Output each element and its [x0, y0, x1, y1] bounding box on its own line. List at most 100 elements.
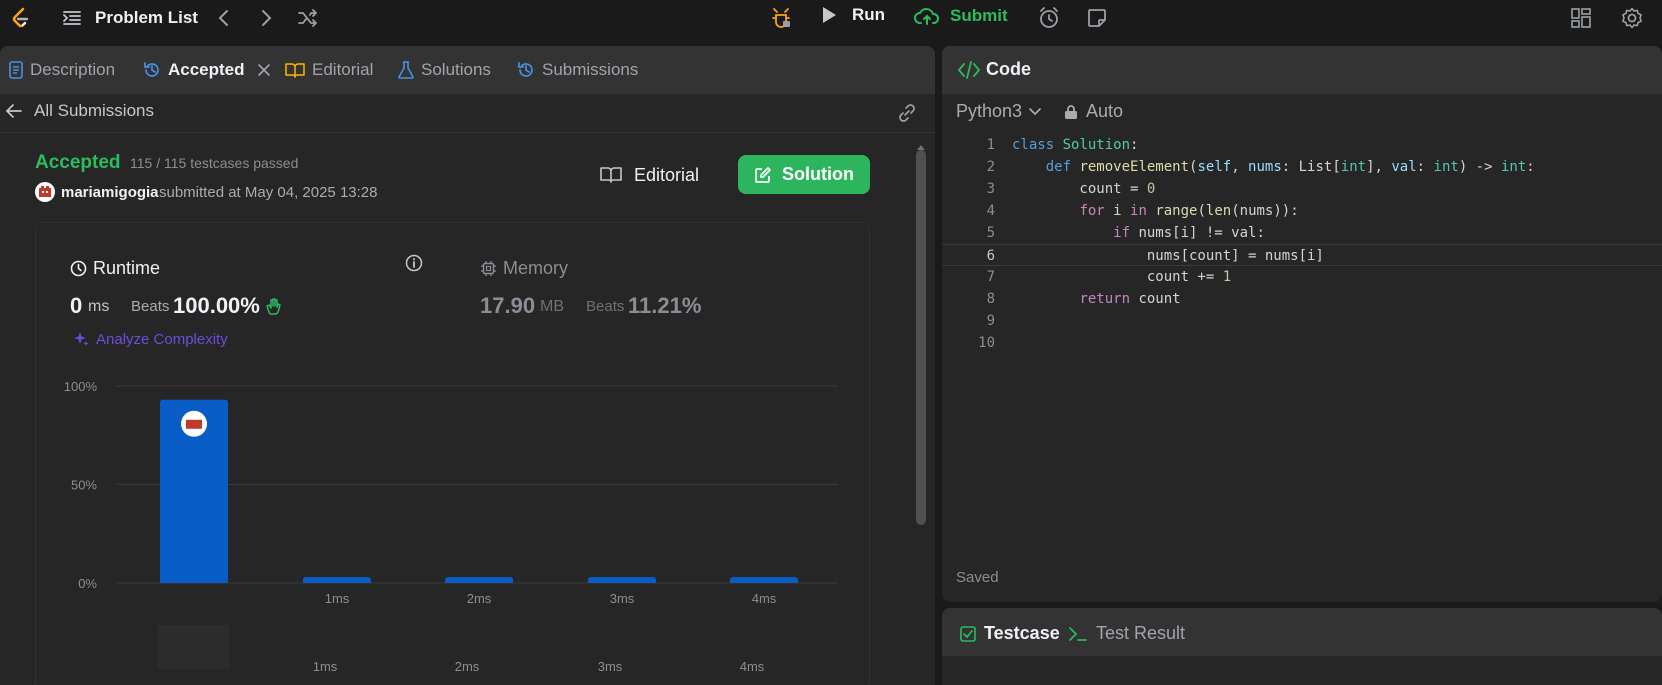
saved-status: Saved [956, 569, 999, 586]
tab-editorial[interactable]: Editorial [285, 59, 373, 81]
close-tab-icon[interactable] [257, 63, 271, 77]
analyze-complexity-link[interactable]: Analyze Complexity [72, 330, 228, 348]
terminal-icon [1069, 626, 1087, 641]
stats-card [35, 222, 870, 685]
runtime-value: 0 [70, 293, 83, 318]
avatar[interactable] [35, 182, 55, 202]
analyze-complexity-label: Analyze Complexity [96, 330, 228, 348]
runtime-beats-label: Beats [131, 298, 170, 315]
line-number: 7 [986, 269, 995, 285]
runtime-label-text: Runtime [93, 258, 161, 278]
document-icon [9, 61, 23, 79]
tab-testcase-label: Testcase [984, 623, 1060, 643]
timer-icon[interactable] [1037, 6, 1061, 30]
previous-problem-icon[interactable] [214, 7, 234, 29]
clap-hands-icon [266, 298, 281, 315]
problem-list-link[interactable]: Problem List [95, 7, 198, 29]
line-number: 3 [986, 181, 995, 197]
tab-submissions[interactable]: Submissions [517, 59, 638, 81]
memory-unit: MB [540, 298, 564, 315]
testcase-tabbar: Testcase Test Result [942, 608, 1662, 656]
auto-mode[interactable]: Auto [1064, 101, 1123, 122]
run-button[interactable]: Run [820, 5, 885, 25]
tab-solutions-label: Solutions [421, 60, 491, 79]
leetcode-logo-icon[interactable] [8, 5, 34, 31]
submit-button[interactable]: Submit [914, 5, 1008, 27]
tab-test-result-label: Test Result [1096, 623, 1186, 643]
submit-label: Submit [950, 6, 1008, 25]
line-number: 6 [986, 248, 995, 264]
code-editor[interactable]: 1 class Solution: 2 def removeElement(sel… [942, 134, 1662, 574]
code-line: 9 [942, 310, 1662, 332]
language-select[interactable]: Python3 [956, 101, 1042, 122]
solution-button-label: Solution [782, 164, 854, 184]
testcase-panel: Testcase Test Result [942, 608, 1662, 685]
line-number: 4 [986, 203, 995, 219]
username[interactable]: mariamigogia [61, 184, 159, 201]
tab-description[interactable]: Description [9, 59, 115, 81]
checkbox-icon [960, 625, 976, 642]
sparkle-icon [74, 332, 89, 346]
clock-icon [70, 260, 87, 277]
code-line: 4 for i in range(len(nums)): [942, 200, 1662, 222]
shuffle-icon[interactable] [297, 7, 319, 29]
left-tabbar: Description Accepted Editorial Solutions… [0, 46, 935, 94]
notes-icon[interactable] [1086, 7, 1108, 29]
all-submissions-label: All Submissions [34, 101, 154, 120]
book-icon [600, 167, 622, 183]
back-arrow-icon [6, 104, 22, 118]
edit-icon [755, 166, 771, 183]
next-problem-icon[interactable] [256, 7, 276, 29]
tab-code[interactable]: Code [958, 59, 1031, 80]
tab-testcase[interactable]: Testcase [960, 623, 1060, 644]
submitted-at: submitted at May 04, 2025 13:28 [159, 184, 378, 201]
chip-icon [481, 261, 496, 276]
code-panel: Code Python3 Auto 1 class Solution: 2 def… [942, 46, 1662, 602]
line-number: 8 [986, 291, 995, 307]
tab-accepted-label: Accepted [168, 60, 245, 79]
memory-beats-label: Beats [586, 298, 625, 315]
line-number: 5 [986, 225, 995, 241]
code-line: 3 count = 0 [942, 178, 1662, 200]
language-label: Python3 [956, 101, 1023, 121]
memory-label[interactable]: Memory [480, 258, 568, 279]
book-icon [285, 63, 305, 78]
submissions-history-icon [518, 62, 533, 77]
tab-solutions[interactable]: Solutions [398, 59, 491, 81]
play-icon [823, 7, 836, 23]
debug-icon[interactable] [770, 6, 792, 30]
editorial-button[interactable]: Editorial [600, 156, 699, 194]
code-line: 10 [942, 332, 1662, 354]
testcases-passed: 115 / 115 testcases passed [130, 155, 299, 171]
info-icon[interactable] [405, 254, 423, 272]
settings-gear-icon[interactable] [1620, 6, 1644, 30]
runtime-unit: ms [88, 298, 110, 315]
memory-label-text: Memory [503, 258, 569, 278]
all-submissions-link[interactable]: All Submissions [6, 101, 154, 121]
code-brackets-icon [958, 60, 980, 79]
history-icon [144, 62, 159, 77]
memory-value: 17.90 [480, 293, 536, 318]
run-label: Run [852, 5, 886, 24]
memory-beats-value: 11.21% [628, 293, 702, 318]
tab-accepted[interactable]: Accepted [143, 59, 271, 81]
code-line: 5 if nums[i] != val: [942, 222, 1662, 244]
editorial-button-label: Editorial [634, 164, 700, 185]
left-panel-scrollbar[interactable] [916, 150, 926, 525]
share-link-icon[interactable] [897, 103, 917, 123]
status-accepted: Accepted [35, 152, 121, 173]
line-number: 1 [986, 137, 995, 153]
layout-icon[interactable] [1570, 7, 1592, 29]
divider [0, 132, 935, 133]
tab-editorial-label: Editorial [312, 60, 374, 79]
solution-button[interactable]: Solution [738, 155, 870, 194]
chevron-down-icon [1029, 107, 1041, 115]
code-line: 1 class Solution: [942, 134, 1662, 156]
runtime-beats-value: 100.00% [173, 293, 260, 318]
runtime-label[interactable]: Runtime [70, 258, 160, 279]
code-line: 2 def removeElement(self, nums: List[int… [942, 156, 1662, 178]
tab-test-result[interactable]: Test Result [1068, 623, 1185, 644]
top-bar: Problem List Run Submit [0, 0, 1662, 42]
problem-list-icon[interactable] [62, 8, 82, 28]
line-number: 2 [986, 159, 995, 175]
